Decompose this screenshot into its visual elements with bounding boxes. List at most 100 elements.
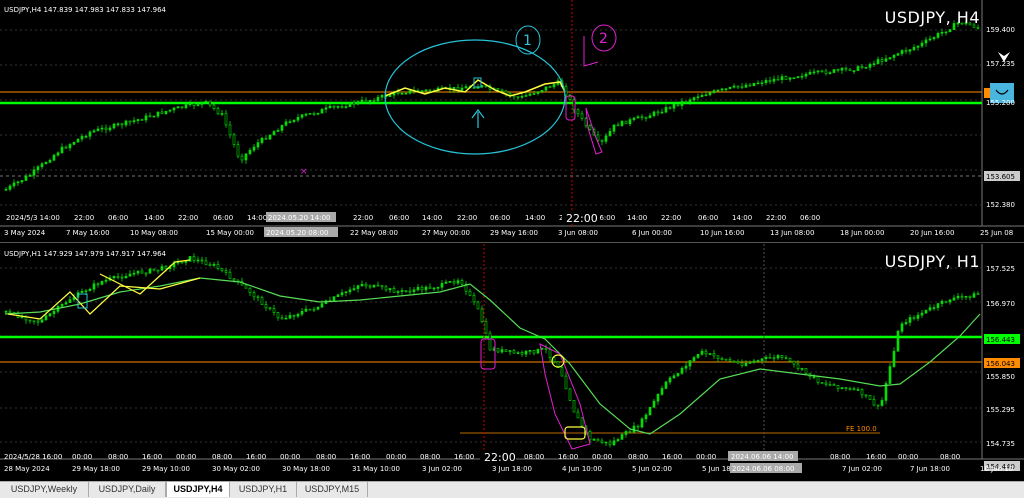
candle-body	[904, 322, 908, 325]
candle-body	[680, 101, 684, 106]
h1-date-tick: 31 May 10:00	[352, 465, 400, 473]
candle-body	[36, 320, 40, 323]
candle-body	[644, 414, 648, 420]
h1-time-tick: 00:00	[592, 453, 612, 461]
tab-usdjpy-daily[interactable]: USDJPY,Daily	[89, 482, 166, 497]
h1-time-tick: 08:00	[108, 453, 128, 461]
h1-price-tick: 155.850	[986, 373, 1015, 381]
candle-body	[916, 314, 920, 319]
h1-date-tick: 7 Jun 02:00	[842, 465, 882, 473]
h4-time-tick: 22:00	[661, 214, 681, 222]
candle-body	[404, 290, 408, 292]
candle-body	[220, 113, 224, 115]
candle-body	[100, 127, 104, 130]
h4-chart-canvas[interactable]: 1 2 × 159.400 157.235 155.200 152.380 153.605 20…	[0, 0, 1024, 242]
tab-usdjpy-h1[interactable]: USDJPY,H1	[230, 482, 297, 497]
candle-body	[920, 42, 924, 47]
candle-body	[756, 360, 760, 362]
candle-body	[312, 308, 316, 311]
candle-body	[944, 300, 948, 303]
h1-chart-pane[interactable]: FE 100.0 157.525 156.970 155.850 155.295 154.…	[0, 244, 1024, 479]
candle-body	[8, 185, 12, 190]
candle-body	[564, 375, 568, 390]
candle-body	[440, 283, 444, 288]
candle-body	[144, 115, 148, 121]
h4-chart-pane[interactable]: 1 2 × 159.400 157.235 155.200 152.380 153.605 20…	[0, 0, 1024, 243]
candle-body	[876, 404, 880, 407]
h1-date-tick: 28 May 2024	[4, 465, 50, 473]
candle-body	[264, 304, 268, 309]
candle-body	[376, 96, 380, 102]
candle-body	[752, 360, 756, 363]
candle-body	[832, 69, 836, 73]
candle-body	[36, 166, 40, 171]
candle-body	[88, 131, 92, 137]
candle-body	[360, 283, 364, 286]
candle-body	[932, 37, 936, 40]
h4-time-tick: 14:00	[525, 214, 545, 222]
candle-body	[720, 88, 724, 91]
candle-body	[352, 288, 356, 291]
candle-body	[116, 276, 120, 278]
h1-date-tick: 30 May 18:00	[282, 465, 330, 473]
tab-usdjpy-m15[interactable]: USDJPY,M15	[297, 482, 368, 497]
tab-usdjpy-weekly[interactable]: USDJPY,Weekly	[0, 482, 89, 497]
candle-body	[108, 127, 112, 131]
h4-time-tick: 06:00	[213, 214, 233, 222]
candle-body	[528, 350, 532, 352]
candle-body	[268, 307, 272, 310]
candle-body	[328, 105, 332, 109]
candle-body	[820, 382, 824, 384]
h1-time-tick: 08:00	[940, 453, 960, 461]
candle-body	[828, 383, 832, 386]
candle-body	[504, 349, 508, 352]
candle-body	[88, 288, 92, 292]
candle-body	[500, 349, 504, 353]
h1-crosshair-time: 22:00	[484, 451, 516, 464]
h1-time-tick: 00:00	[696, 453, 716, 461]
candle-body	[728, 359, 732, 362]
h4-time-tick: 14:00	[422, 214, 442, 222]
candle-body	[528, 93, 532, 96]
candle-body	[784, 76, 788, 80]
candle-body	[780, 76, 784, 80]
h1-chart-canvas[interactable]: FE 100.0 157.525 156.970 155.850 155.295 154.…	[0, 244, 1024, 479]
h4-time-tick: 14:00	[627, 214, 647, 222]
candle-body	[388, 94, 392, 98]
candle-body	[612, 124, 616, 132]
candle-body	[688, 99, 692, 102]
candle-body	[276, 312, 280, 319]
candle-body	[888, 366, 892, 384]
candle-body	[732, 85, 736, 88]
h1-date-tick: 3 Jun 02:00	[422, 465, 462, 473]
candle-body	[704, 94, 708, 97]
h4-date-tick: 3 Jun 08:00	[558, 229, 598, 237]
candle-body	[216, 263, 220, 269]
candle-body	[636, 425, 640, 428]
candle-body	[332, 296, 336, 301]
candle-body	[516, 352, 520, 354]
candle-body	[460, 87, 464, 91]
candle-body	[976, 26, 980, 29]
candle-body	[912, 317, 916, 319]
h4-time-tick: 06:00	[389, 214, 409, 222]
candle-body	[892, 54, 896, 58]
candle-body	[168, 109, 172, 112]
candle-body	[824, 70, 828, 74]
candle-body	[412, 289, 416, 292]
candle-body	[224, 270, 228, 273]
candle-body	[524, 350, 528, 355]
candle-body	[20, 180, 24, 183]
candle-body	[720, 358, 724, 360]
candle-body	[340, 106, 344, 108]
candle-body	[368, 285, 372, 288]
tab-usdjpy-h4[interactable]: USDJPY,H4	[166, 482, 230, 497]
candle-body	[84, 135, 88, 138]
candle-body	[188, 103, 192, 106]
candle-body	[680, 367, 684, 374]
h4-date-tick: 13 Jun 08:00	[770, 229, 814, 237]
candle-body	[400, 290, 404, 292]
candle-body	[708, 353, 712, 355]
candle-body	[172, 107, 176, 111]
candle-body	[880, 59, 884, 62]
